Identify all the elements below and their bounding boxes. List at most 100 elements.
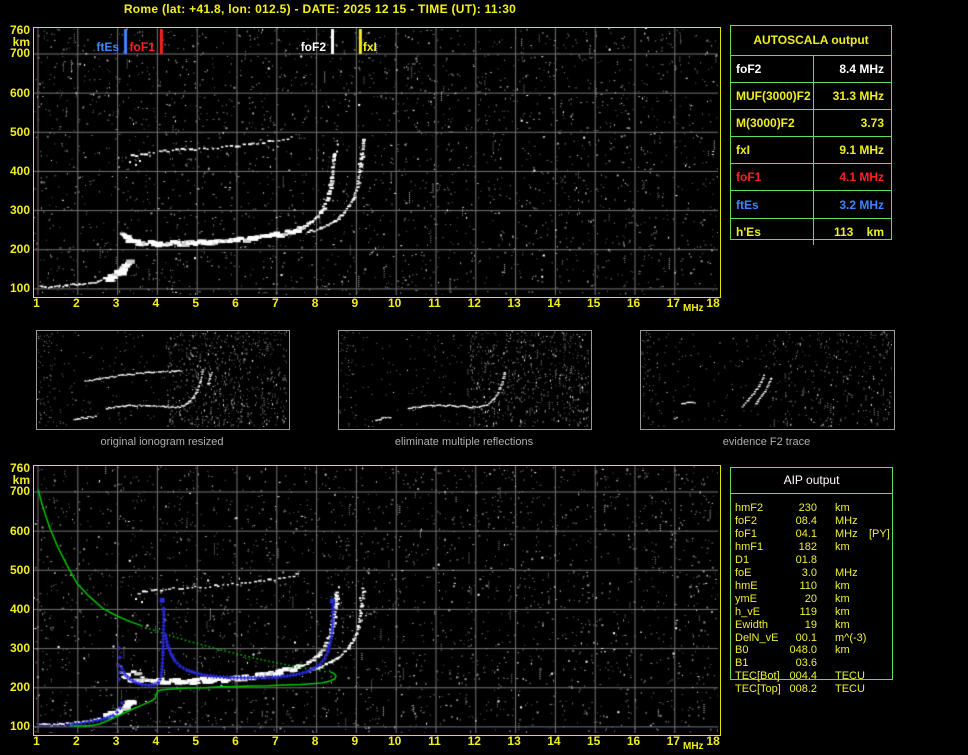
x-axis-tick-bottom: 3	[112, 734, 120, 748]
param-label: Ewidth	[735, 618, 769, 631]
y-axis-tick-top-100: 100	[9, 281, 30, 296]
thumbnail-no-reflections-canvas	[339, 331, 589, 427]
param-value: 3.73	[860, 116, 884, 131]
param-value: 3.2 MHz	[839, 197, 884, 212]
x-axis-tick-bottom: 5	[192, 734, 200, 748]
param-label: B0	[735, 644, 749, 657]
param-unit: km	[835, 618, 850, 631]
aip-table-title: AIP output	[731, 468, 892, 494]
y-axis-tick-bottom-400: 400	[9, 601, 30, 616]
aip-row-hmF2: hmF2 230 km	[731, 502, 892, 515]
param-unit: MHz	[835, 514, 858, 527]
x-axis-tick-bottom: 6	[232, 734, 239, 748]
param-value: 00.1	[795, 631, 817, 644]
x-axis-tick-bottom: 1	[33, 734, 40, 748]
param-value: 113 km	[833, 224, 884, 239]
param-value: 048.0	[789, 644, 817, 657]
thumbnail-f2-trace	[640, 330, 895, 430]
y-axis-tick-top-500: 500	[9, 124, 30, 139]
x-axis-tick-top: 11	[428, 296, 441, 310]
autoscala-row-MUF(3000)F2: MUF(3000)F2 31.3 MHz	[731, 83, 891, 111]
thumbnail-no-reflections-caption: eliminate multiple reflections	[394, 436, 534, 448]
y-axis-tick-bottom-600: 600	[9, 523, 30, 538]
thumbnail-no-reflections	[338, 330, 592, 430]
x-axis-tick-bottom: 9	[351, 734, 359, 748]
x-axis-tick-top: 1	[33, 296, 40, 310]
param-label: hmF2	[735, 502, 764, 514]
x-axis-tick-bottom: 14	[547, 734, 561, 748]
param-unit: km	[835, 540, 850, 553]
top-ionogram-canvas	[34, 28, 718, 295]
x-axis-tick-bottom: 2	[72, 734, 80, 748]
x-axis-tick-top: 16	[626, 296, 641, 310]
x-axis-tick-top: 14	[547, 296, 561, 310]
param-label: h_vE	[735, 605, 761, 618]
y-axis-tick-bottom-700: 700	[9, 484, 30, 499]
bottom-ionogram-canvas	[34, 466, 718, 733]
param-unit: TECU	[835, 683, 865, 696]
param-label: B1	[735, 657, 749, 670]
x-axis-tick-top: 9	[351, 296, 359, 310]
marker-label-fxI: fxI	[362, 40, 377, 54]
param-value: 182	[798, 540, 817, 553]
x-axis-tick-top: 12	[467, 296, 481, 310]
param-note: [PY]	[869, 527, 890, 540]
aip-table: AIP output hmF2 230 km foF2 08.4 MHz foF1 04.1 M…	[730, 467, 893, 695]
thumbnail-original-caption: original ionogram resized	[100, 436, 224, 448]
y-axis-tick-top-400: 400	[9, 163, 30, 178]
marker-label-foF1: foF1	[129, 40, 155, 54]
aip-row-B0: B0 048.0 km	[731, 644, 892, 657]
x-axis-tick-bottom: 8	[311, 734, 319, 748]
aip-row-DelN_vE: DelN_vE 00.1 m^(-3)	[731, 632, 892, 645]
param-value: 230	[798, 502, 817, 514]
param-value: 01.8	[795, 553, 817, 566]
x-axis-tick-top: 4	[152, 296, 160, 310]
thumbnail-original-canvas	[37, 331, 287, 427]
window-title: Rome (lat: +41.8, lon: 012.5) - DATE: 20…	[123, 2, 517, 16]
param-label: MUF(3000)F2	[731, 83, 814, 110]
param-value: 004.4	[789, 670, 817, 683]
param-label: hmF1	[735, 540, 764, 553]
param-unit: km	[835, 592, 850, 605]
aip-row-D1: D1 01.8	[731, 554, 892, 567]
y-axis-tick-top-600: 600	[9, 85, 30, 100]
param-unit: km	[835, 579, 850, 592]
thumbnail-original-ionogram	[36, 330, 290, 430]
param-unit: km	[835, 502, 850, 514]
param-value: 110	[799, 579, 817, 592]
param-label: h'Es	[731, 218, 814, 245]
param-unit: m^(-3)	[835, 631, 867, 644]
x-axis-tick-bottom: 7	[271, 734, 279, 748]
param-unit: km	[835, 644, 850, 657]
autoscala-table: AUTOSCALA output foF2 8.4 MHz MUF(3000)F2 3…	[730, 25, 892, 245]
thumbnail-f2-trace-caption: evidence F2 trace	[722, 436, 811, 448]
param-value: 008.2	[789, 683, 817, 696]
x-axis-tick-bottom: 4	[152, 734, 160, 748]
aip-row-foE: foE 3.0 MHz	[731, 567, 892, 580]
top-ionogram-plot	[33, 27, 721, 298]
y-axis-tick-bottom-100: 100	[9, 719, 30, 734]
param-value: 9.1 MHz	[839, 143, 884, 158]
param-value: 20	[804, 592, 817, 605]
aip-row-hmF1: hmF1 182 km	[731, 541, 892, 554]
aip-row-hmE: hmE 110 km	[731, 580, 892, 593]
marker-label-foF2: foF2	[300, 40, 327, 54]
x-axis-tick-top: 5	[192, 296, 200, 310]
x-axis-tick-top: 3	[112, 296, 120, 310]
aip-row-TEC[Bot]: TEC[Bot] 004.4 TECU	[731, 670, 892, 683]
x-axis-tick-top: 2	[72, 296, 80, 310]
autoscala-row-ftEs: ftEs 3.2 MHz	[731, 191, 891, 219]
param-label: hmE	[735, 579, 758, 592]
param-label: foE	[735, 566, 752, 579]
param-label: foF1	[731, 164, 814, 191]
aip-row-ymE: ymE 20 km	[731, 593, 892, 606]
param-label: foF1	[735, 527, 758, 540]
param-label: fxI	[731, 137, 814, 164]
param-value: 3.0	[801, 566, 817, 579]
param-value: 119	[799, 605, 817, 618]
aip-row-B1: B1 03.6	[731, 657, 892, 670]
thumbnail-f2-trace-canvas	[641, 331, 892, 427]
y-axis-tick-top-300: 300	[9, 203, 30, 218]
y-axis-tick-bottom-300: 300	[9, 641, 30, 656]
aip-row-TEC[Top]: TEC[Top] 008.2 TECU	[731, 683, 892, 696]
